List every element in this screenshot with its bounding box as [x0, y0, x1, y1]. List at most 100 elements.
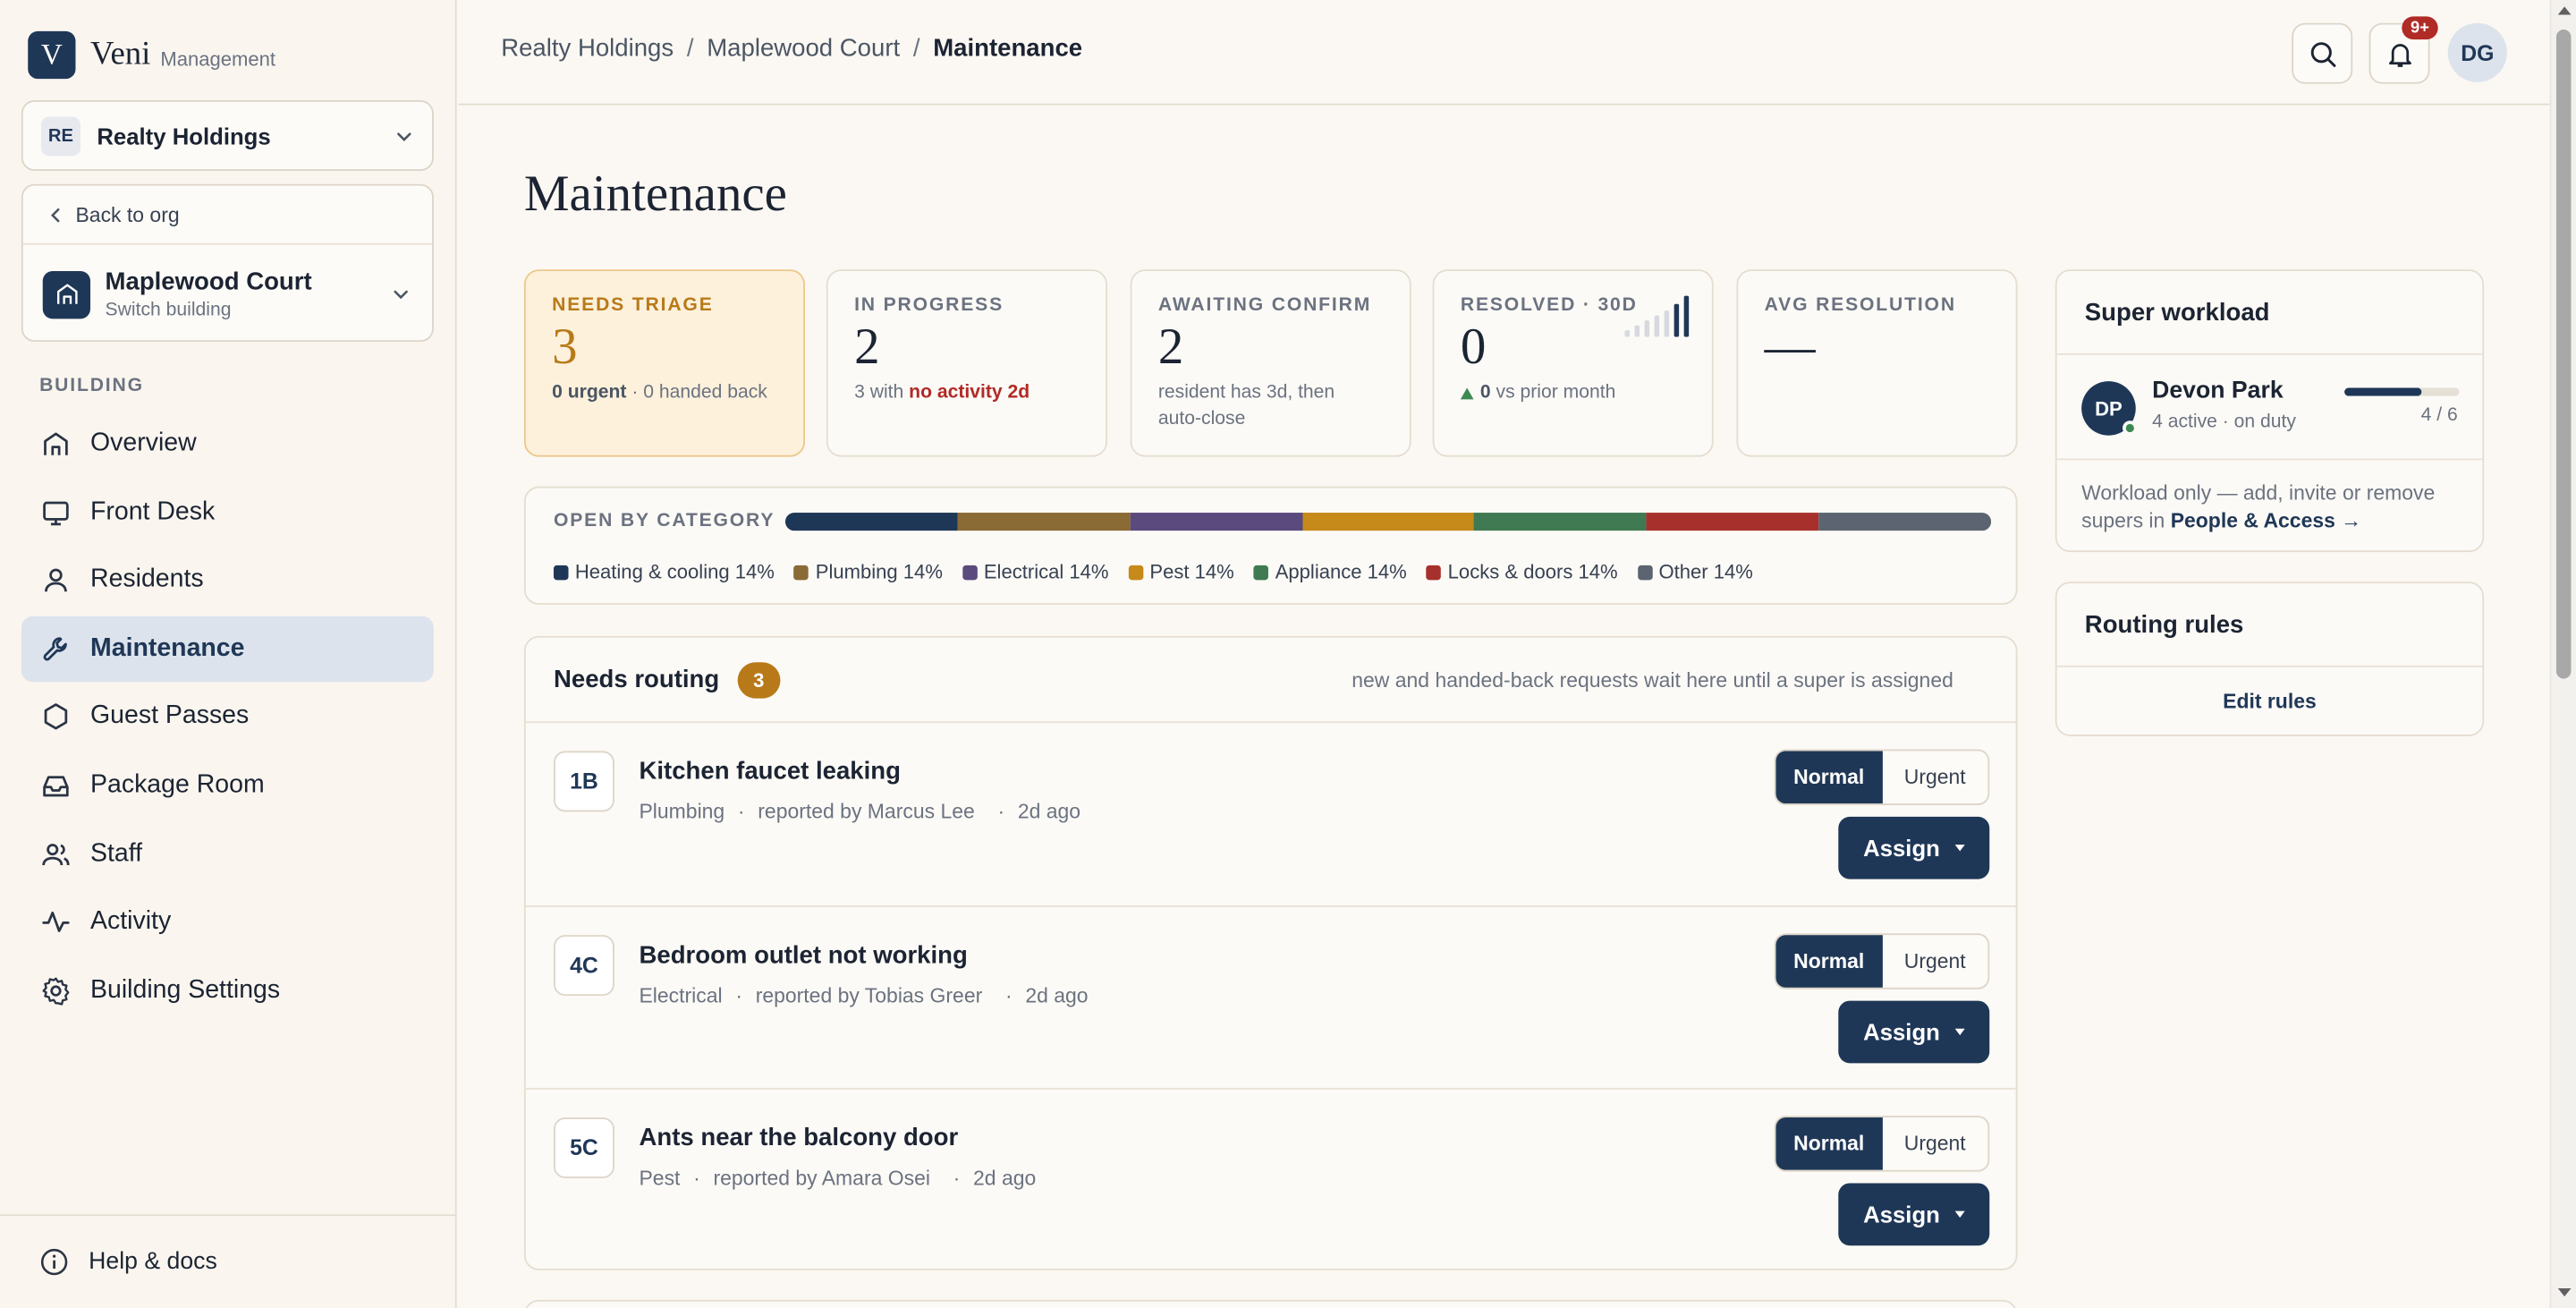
- kpi-sub: 0 urgent · 0 handed back: [552, 382, 767, 403]
- legend-item: Plumbing 14%: [793, 560, 943, 583]
- sidebar-item-label: Guest Passes: [90, 701, 250, 731]
- request-row[interactable]: 1B Kitchen faucet leaking Plumbing · repor…: [525, 723, 2016, 906]
- category-segment: [1130, 513, 1302, 531]
- scrollbar-thumb[interactable]: [2555, 30, 2572, 679]
- priority-normal-button[interactable]: Normal: [1775, 751, 1882, 804]
- user-avatar[interactable]: DG: [2447, 22, 2507, 82]
- super-workload-title: Super workload: [2056, 271, 2483, 355]
- kpi-awaiting-confirm[interactable]: AWAITING CONFIRM 2 resident has 3d, then…: [1130, 269, 1411, 457]
- building-icon: [42, 270, 91, 319]
- needs-routing-count: 3: [737, 661, 781, 698]
- kpi-value: 2: [854, 317, 880, 375]
- request-meta: Electrical · reported by Tobias Greer · 2d a…: [639, 983, 1089, 1006]
- chevron-left-icon: [47, 207, 64, 223]
- kpi-in-progress[interactable]: IN PROGRESS 2 3 with no activity 2d: [826, 269, 1107, 457]
- sidebar-section-label: BUILDING: [39, 376, 144, 396]
- kpi-resolved-30d[interactable]: RESOLVED · 30D 0 0 vs prior month: [1432, 269, 1714, 457]
- building-switcher[interactable]: Maplewood Court Switch building: [23, 245, 432, 320]
- scroll-down-icon[interactable]: [2557, 1287, 2572, 1297]
- legend-swatch: [1637, 564, 1653, 580]
- sidebar-item-residents[interactable]: Residents: [21, 548, 434, 613]
- assign-button[interactable]: Assign: [1838, 816, 1990, 879]
- legend-swatch: [962, 564, 978, 580]
- legend-item: Pest 14%: [1128, 560, 1234, 583]
- home-icon: [39, 428, 72, 461]
- back-to-org-link[interactable]: Back to org: [22, 186, 433, 245]
- org-switcher[interactable]: RE Realty Holdings: [21, 100, 434, 172]
- kpi-avg-resolution[interactable]: AVG RESOLUTION —: [1736, 269, 2018, 457]
- sidebar-item-staff[interactable]: Staff: [21, 821, 434, 887]
- sidebar-item-package-room[interactable]: Package Room: [21, 752, 434, 818]
- brand[interactable]: V Veni Management: [28, 30, 275, 80]
- kpi-value: 3: [552, 317, 578, 375]
- request-title[interactable]: Kitchen faucet leaking: [639, 758, 900, 786]
- hexagon-icon: [39, 701, 72, 734]
- priority-normal-button[interactable]: Normal: [1775, 934, 1882, 987]
- request-row[interactable]: 4C Bedroom outlet not working Electrical…: [525, 906, 2016, 1090]
- sidebar-item-front-desk[interactable]: Front Desk: [21, 480, 434, 545]
- category-segment: [1646, 513, 1819, 531]
- people-access-link[interactable]: People & Access →: [2171, 509, 2362, 532]
- category-segment: [1474, 513, 1647, 531]
- unit-badge: 4C: [553, 934, 614, 996]
- sidebar-item-label: Package Room: [90, 770, 265, 799]
- kpi-needs-triage[interactable]: NEEDS TRIAGE 3 0 urgent · 0 handed back: [523, 269, 805, 457]
- triangle-up-icon: [1460, 386, 1474, 399]
- org-name: Realty Holdings: [97, 122, 271, 149]
- help-docs-label: Help & docs: [89, 1248, 217, 1276]
- sidebar-item-maintenance[interactable]: Maintenance: [21, 616, 434, 682]
- breadcrumb: Realty Holdings / Maplewood Court / Main…: [501, 35, 1082, 63]
- sidebar-nav: Overview Front Desk Residents Maintenanc…: [21, 411, 434, 1026]
- search-button[interactable]: [2292, 22, 2353, 84]
- sidebar-item-building-settings[interactable]: Building Settings: [21, 957, 434, 1023]
- spark-bar: [1674, 303, 1680, 337]
- breadcrumb-org[interactable]: Realty Holdings: [501, 35, 674, 63]
- kpi-value: 2: [1157, 317, 1184, 375]
- spark-bar: [1683, 295, 1690, 337]
- sidebar-item-activity[interactable]: Activity: [21, 889, 434, 955]
- breadcrumb-building[interactable]: Maplewood Court: [707, 35, 900, 63]
- next-section-card: [523, 1299, 2018, 1308]
- legend-swatch: [793, 564, 809, 580]
- sidebar-item-overview[interactable]: Overview: [21, 411, 434, 476]
- category-stacked-bar: [784, 513, 1992, 531]
- request-title[interactable]: Bedroom outlet not working: [639, 941, 967, 969]
- workload-note: Workload only — add, invite or remove su…: [2081, 481, 2436, 533]
- legend-item: Other 14%: [1637, 560, 1753, 583]
- routing-rules-card: Routing rules Edit rules: [2055, 582, 2485, 736]
- routing-rules-title: Routing rules: [2056, 583, 2483, 667]
- category-segment: [957, 513, 1131, 531]
- workload-count: 4 / 6: [2420, 405, 2458, 426]
- user-icon: [39, 564, 72, 597]
- kpi-label: AVG RESOLUTION: [1764, 295, 1956, 316]
- request-title[interactable]: Ants near the balcony door: [639, 1124, 958, 1151]
- request-meta: Pest · reported by Amara Osei · 2d ago: [639, 1167, 1037, 1190]
- activity-icon: [39, 905, 72, 939]
- page-scrollbar[interactable]: [2549, 0, 2576, 1308]
- category-segment: [1818, 513, 1992, 531]
- super-row[interactable]: DP Devon Park 4 active · on duty 4 / 6: [2056, 355, 2483, 461]
- edit-rules-button[interactable]: Edit rules: [2057, 667, 2483, 735]
- kpi-label: NEEDS TRIAGE: [552, 295, 714, 316]
- topbar: Realty Holdings / Maplewood Court / Main…: [458, 0, 2550, 106]
- building-card: Back to org Maplewood Court Switch build…: [21, 183, 434, 343]
- priority-urgent-button[interactable]: Urgent: [1882, 934, 1987, 987]
- spark-bar: [1624, 330, 1631, 337]
- workload-progress-fill: [2344, 387, 2421, 396]
- priority-urgent-button[interactable]: Urgent: [1882, 751, 1987, 803]
- scroll-up-icon[interactable]: [2557, 6, 2572, 15]
- search-icon: [2308, 38, 2337, 68]
- priority-urgent-button[interactable]: Urgent: [1882, 1117, 1987, 1170]
- page-title: Maintenance: [523, 164, 787, 222]
- sidebar-item-guest-passes[interactable]: Guest Passes: [21, 684, 434, 750]
- spark-bar: [1664, 310, 1670, 337]
- request-row[interactable]: 5C Ants near the balcony door Pest · repor…: [526, 1090, 2016, 1269]
- priority-normal-button[interactable]: Normal: [1775, 1117, 1882, 1170]
- needs-routing-title: Needs routing: [553, 665, 720, 694]
- assign-button[interactable]: Assign: [1838, 1183, 1990, 1246]
- breadcrumb-separator: /: [912, 34, 920, 63]
- assign-button[interactable]: Assign: [1838, 999, 1990, 1063]
- help-docs-link[interactable]: Help & docs: [0, 1214, 455, 1308]
- legend-item: Locks & doors 14%: [1426, 560, 1618, 583]
- notification-count-badge: 9+: [2402, 16, 2438, 40]
